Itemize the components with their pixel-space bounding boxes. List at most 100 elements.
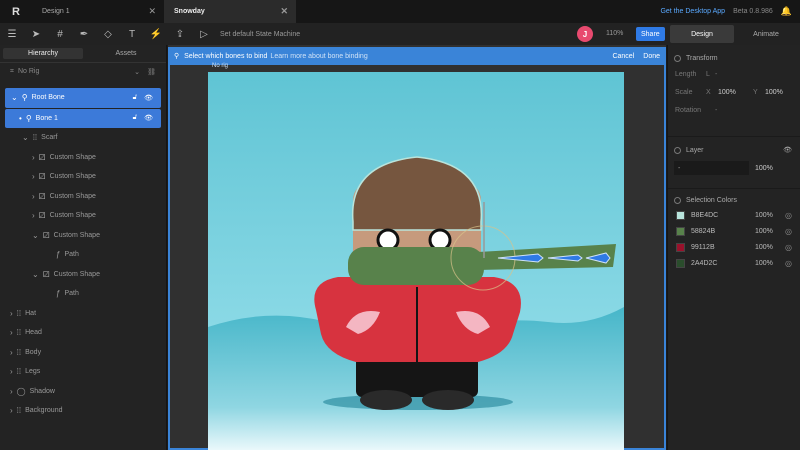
color-row[interactable]: 58824B 100% ◎	[668, 223, 800, 239]
section-toggle-icon[interactable]	[674, 54, 681, 62]
chevron-right-icon[interactable]: ›	[10, 387, 13, 396]
close-icon[interactable]: ✕	[280, 6, 288, 17]
tab-design-1[interactable]: Design 1 ✕	[32, 0, 164, 23]
target-icon[interactable]: ◎	[785, 227, 792, 236]
pen-tool-icon[interactable]: ✒	[72, 23, 96, 45]
bell-icon[interactable]: 🔔	[781, 6, 792, 17]
tree-item-custom-shape[interactable]: › ⚂ Custom Shape	[0, 187, 166, 207]
zoom-level[interactable]: 110%	[606, 30, 623, 37]
get-desktop-app-link[interactable]: Get the Desktop App	[660, 8, 725, 15]
play-icon[interactable]: ▷	[192, 23, 216, 45]
color-hex[interactable]: 2A4D2C	[691, 260, 717, 267]
tree-item-head[interactable]: › ⁞⁞ Head	[0, 323, 166, 343]
target-icon[interactable]: ◎	[785, 243, 792, 252]
hierarchy-panel: Hierarchy Assets ⌗ No Rig ⌄ ⛓ ⌄ ⚲ Root B…	[0, 45, 167, 450]
export-icon[interactable]: ⇪	[168, 23, 192, 45]
color-swatch[interactable]	[676, 258, 685, 268]
color-opacity[interactable]: 100%	[755, 212, 773, 219]
scale-x-field[interactable]: 100%	[718, 89, 736, 96]
color-row[interactable]: 2A4D2C 100% ◎	[668, 255, 800, 271]
shape-tool-icon[interactable]: ◇	[96, 23, 120, 45]
chevron-right-icon[interactable]: ›	[10, 367, 13, 376]
scale-y-label: Y	[753, 88, 758, 96]
tab-snowday[interactable]: Snowday ✕	[164, 0, 296, 23]
color-opacity[interactable]: 100%	[755, 260, 773, 267]
section-toggle-icon[interactable]	[674, 196, 681, 204]
chevron-right-icon[interactable]: ›	[10, 348, 13, 357]
lock-icon[interactable]: 🔓︎	[133, 114, 138, 122]
tab-design[interactable]: Design	[670, 25, 734, 43]
learn-more-link[interactable]: Learn more about bone binding	[270, 53, 367, 60]
lock-icon[interactable]: 🔓︎	[133, 94, 138, 102]
target-icon[interactable]: ◎	[785, 211, 792, 220]
tree-item-legs[interactable]: › ⁞⁞ Legs	[0, 362, 166, 382]
tree-item-custom-shape[interactable]: › ⚂ Custom Shape	[0, 148, 166, 168]
color-swatch[interactable]	[676, 210, 685, 220]
chevron-right-icon[interactable]: ›	[10, 406, 13, 415]
color-hex[interactable]: B8E4DC	[691, 212, 718, 219]
done-button[interactable]: Done	[643, 53, 660, 60]
rive-logo-icon[interactable]: R	[0, 0, 32, 23]
chevron-down-icon[interactable]: ⌄	[32, 231, 39, 240]
chevron-right-icon[interactable]: ›	[32, 172, 35, 181]
chevron-right-icon[interactable]: ›	[32, 192, 35, 201]
chevron-right-icon[interactable]: ›	[10, 309, 13, 318]
canvas[interactable]: ⚲ Select which bones to bind Learn more …	[168, 45, 666, 450]
menu-icon[interactable]: ☰	[0, 23, 24, 45]
artboard-tool-icon[interactable]: #	[48, 23, 72, 45]
bolt-icon[interactable]: ⚡	[144, 23, 168, 45]
tree-item-bone-1[interactable]: • ⚲ Bone 1 🔓︎ 👁︎	[5, 108, 161, 128]
text-tool-icon[interactable]: T	[120, 23, 144, 45]
tree-item-hat[interactable]: › ⁞⁞ Hat	[0, 304, 166, 324]
color-row[interactable]: B8E4DC 100% ◎	[668, 207, 800, 223]
eye-icon[interactable]: 👁︎	[144, 114, 153, 122]
tree-item-label: Scarf	[41, 134, 58, 142]
close-icon[interactable]: ✕	[148, 6, 156, 17]
tree-item-background[interactable]: › ⁞⁞ Background	[0, 401, 166, 421]
artboard[interactable]	[208, 72, 624, 450]
chevron-right-icon[interactable]: ›	[10, 328, 13, 337]
target-icon[interactable]: ◎	[785, 259, 792, 268]
section-toggle-icon[interactable]	[674, 146, 681, 154]
color-opacity[interactable]: 100%	[755, 228, 773, 235]
layer-opacity[interactable]: 100%	[755, 165, 773, 172]
select-tool-icon[interactable]: ➤	[24, 23, 48, 45]
chevron-down-icon[interactable]: ⌄	[32, 270, 39, 279]
length-field[interactable]: -	[715, 71, 717, 78]
eye-icon[interactable]: 👁︎	[144, 94, 153, 102]
color-opacity[interactable]: 100%	[755, 244, 773, 251]
color-hex[interactable]: 99112B	[691, 244, 715, 251]
eye-icon[interactable]: 👁︎	[783, 146, 792, 154]
chevron-down-icon[interactable]: ⌄	[134, 68, 140, 76]
tree-item-path[interactable]: ƒ Path	[0, 245, 166, 265]
tree-item-custom-shape[interactable]: › ⚂ Custom Shape	[0, 167, 166, 187]
scale-y-field[interactable]: 100%	[765, 89, 783, 96]
color-swatch[interactable]	[676, 242, 685, 252]
state-machine-select[interactable]: Set default State Machine	[220, 31, 300, 38]
tree-item-path[interactable]: ƒ Path	[0, 284, 166, 304]
chevron-down-icon[interactable]: ⌄	[11, 93, 18, 102]
rig-selector[interactable]: ⌗ No Rig ⌄ ⛓	[0, 63, 166, 80]
tree-item-custom-shape[interactable]: ⌄ ⚂ Custom Shape	[0, 226, 166, 246]
color-swatch[interactable]	[676, 226, 685, 236]
color-row[interactable]: 99112B 100% ◎	[668, 239, 800, 255]
tree-item-shadow[interactable]: › ◯ Shadow	[0, 382, 166, 402]
color-hex[interactable]: 58824B	[691, 228, 715, 235]
rotation-field[interactable]: -	[715, 107, 717, 114]
link-icon[interactable]: ⛓	[147, 68, 156, 76]
tab-animate[interactable]: Animate	[734, 25, 798, 43]
share-button[interactable]: Share	[636, 27, 665, 41]
tab-hierarchy[interactable]: Hierarchy	[3, 48, 83, 59]
avatar[interactable]: J	[577, 26, 593, 42]
cancel-button[interactable]: Cancel	[612, 53, 634, 60]
chevron-right-icon[interactable]: ›	[32, 153, 35, 162]
chevron-down-icon[interactable]: ⌄	[22, 133, 29, 142]
tab-assets[interactable]: Assets	[86, 45, 166, 62]
tree-item-custom-shape[interactable]: › ⚂ Custom Shape	[0, 206, 166, 226]
tree-item-root-bone[interactable]: ⌄ ⚲ Root Bone 🔓︎ 👁︎	[5, 88, 161, 108]
chevron-right-icon[interactable]: ›	[32, 211, 35, 220]
tree-item-scarf[interactable]: ⌄ ⁞⁞ Scarf	[0, 128, 166, 148]
tree-item-body[interactable]: › ⁞⁞ Body	[0, 343, 166, 363]
tree-item-custom-shape[interactable]: ⌄ ⚂ Custom Shape	[0, 265, 166, 285]
blend-mode-select[interactable]: -	[674, 161, 749, 175]
